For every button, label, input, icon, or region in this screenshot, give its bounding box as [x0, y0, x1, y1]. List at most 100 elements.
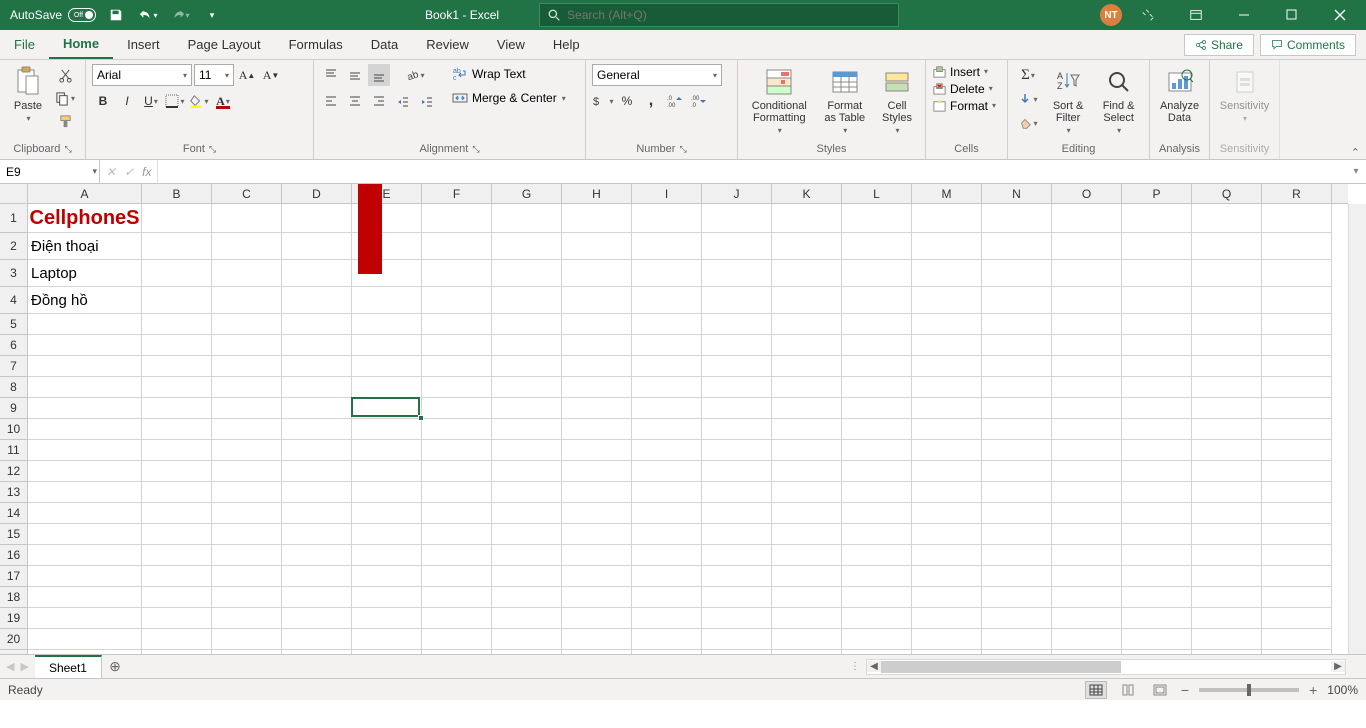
cell-F15[interactable]: [422, 524, 492, 545]
cell-H11[interactable]: [562, 440, 632, 461]
cell-P2[interactable]: [1122, 233, 1192, 260]
cell-R10[interactable]: [1262, 419, 1332, 440]
cell-L15[interactable]: [842, 524, 912, 545]
cell-N5[interactable]: [982, 314, 1052, 335]
cell-G21[interactable]: [492, 650, 562, 654]
cell-D2[interactable]: [282, 233, 352, 260]
cell-N10[interactable]: [982, 419, 1052, 440]
cell-D14[interactable]: [282, 503, 352, 524]
undo-icon[interactable]: ▾: [136, 3, 160, 27]
cell-K5[interactable]: [772, 314, 842, 335]
autosave-switch[interactable]: Off: [68, 8, 96, 22]
cell-O14[interactable]: [1052, 503, 1122, 524]
cell-J6[interactable]: [702, 335, 772, 356]
row-header-1[interactable]: 1: [0, 204, 27, 233]
cell-L21[interactable]: [842, 650, 912, 654]
cell-L13[interactable]: [842, 482, 912, 503]
cell-D12[interactable]: [282, 461, 352, 482]
cell-I18[interactable]: [632, 587, 702, 608]
cell-M20[interactable]: [912, 629, 982, 650]
autosave-toggle[interactable]: AutoSave Off: [10, 8, 96, 22]
cell-B17[interactable]: [142, 566, 212, 587]
col-header-Q[interactable]: Q: [1192, 184, 1262, 203]
increase-decimal-icon[interactable]: .0.00: [664, 90, 686, 112]
cell-R7[interactable]: [1262, 356, 1332, 377]
row-header-5[interactable]: 5: [0, 314, 27, 335]
cell-O21[interactable]: [1052, 650, 1122, 654]
cell-P1[interactable]: [1122, 204, 1192, 233]
cell-M8[interactable]: [912, 377, 982, 398]
cell-L18[interactable]: [842, 587, 912, 608]
search-input[interactable]: [567, 8, 890, 22]
cell-N17[interactable]: [982, 566, 1052, 587]
cell-R19[interactable]: [1262, 608, 1332, 629]
cell-L11[interactable]: [842, 440, 912, 461]
cell-Q19[interactable]: [1192, 608, 1262, 629]
cell-Q8[interactable]: [1192, 377, 1262, 398]
row-header-10[interactable]: 10: [0, 419, 27, 440]
cell-C8[interactable]: [212, 377, 282, 398]
cell-K16[interactable]: [772, 545, 842, 566]
decrease-decimal-icon[interactable]: .00.0: [688, 90, 710, 112]
cell-I2[interactable]: [632, 233, 702, 260]
cell-K15[interactable]: [772, 524, 842, 545]
cell-L6[interactable]: [842, 335, 912, 356]
cell-P5[interactable]: [1122, 314, 1192, 335]
cell-F19[interactable]: [422, 608, 492, 629]
cell-G17[interactable]: [492, 566, 562, 587]
cell-L7[interactable]: [842, 356, 912, 377]
cell-L8[interactable]: [842, 377, 912, 398]
cell-A8[interactable]: [28, 377, 142, 398]
row-header-7[interactable]: 7: [0, 356, 27, 377]
cell-K21[interactable]: [772, 650, 842, 654]
cell-C7[interactable]: [212, 356, 282, 377]
name-box[interactable]: E9▾: [0, 160, 100, 183]
cell-G14[interactable]: [492, 503, 562, 524]
cell-Q12[interactable]: [1192, 461, 1262, 482]
cell-B8[interactable]: [142, 377, 212, 398]
view-page-break-icon[interactable]: [1149, 681, 1171, 699]
cell-J13[interactable]: [702, 482, 772, 503]
cell-R21[interactable]: [1262, 650, 1332, 654]
reveal-ribbon-icon[interactable]: [1126, 0, 1170, 30]
view-normal-icon[interactable]: [1085, 681, 1107, 699]
cell-Q18[interactable]: [1192, 587, 1262, 608]
cell-F3[interactable]: [422, 260, 492, 287]
cell-styles-button[interactable]: Cell Styles▾: [875, 64, 919, 137]
tab-formulas[interactable]: Formulas: [275, 30, 357, 59]
zoom-level[interactable]: 100%: [1327, 683, 1358, 697]
redo-icon[interactable]: ▾: [168, 3, 192, 27]
cell-N19[interactable]: [982, 608, 1052, 629]
cell-M16[interactable]: [912, 545, 982, 566]
cell-M2[interactable]: [912, 233, 982, 260]
cell-I10[interactable]: [632, 419, 702, 440]
cell-E11[interactable]: [352, 440, 422, 461]
cell-A16[interactable]: [28, 545, 142, 566]
zoom-slider[interactable]: [1199, 688, 1299, 692]
cell-G3[interactable]: [492, 260, 562, 287]
cell-K20[interactable]: [772, 629, 842, 650]
cell-C9[interactable]: [212, 398, 282, 419]
cell-G10[interactable]: [492, 419, 562, 440]
cell-R18[interactable]: [1262, 587, 1332, 608]
clipboard-launcher[interactable]: ⤡: [64, 144, 71, 155]
row-header-15[interactable]: 15: [0, 524, 27, 545]
cell-E1[interactable]: [352, 204, 422, 233]
cell-N11[interactable]: [982, 440, 1052, 461]
cell-H7[interactable]: [562, 356, 632, 377]
cell-M7[interactable]: [912, 356, 982, 377]
font-color-icon[interactable]: A▾: [212, 90, 234, 112]
expand-formula-bar-icon[interactable]: ▾: [1346, 160, 1366, 183]
cell-I1[interactable]: [632, 204, 702, 233]
cell-K17[interactable]: [772, 566, 842, 587]
row-header-20[interactable]: 20: [0, 629, 27, 650]
cell-G8[interactable]: [492, 377, 562, 398]
cell-D1[interactable]: [282, 204, 352, 233]
cell-R1[interactable]: [1262, 204, 1332, 233]
cell-C15[interactable]: [212, 524, 282, 545]
cell-B19[interactable]: [142, 608, 212, 629]
cell-R8[interactable]: [1262, 377, 1332, 398]
cell-B6[interactable]: [142, 335, 212, 356]
cell-F20[interactable]: [422, 629, 492, 650]
cell-P10[interactable]: [1122, 419, 1192, 440]
